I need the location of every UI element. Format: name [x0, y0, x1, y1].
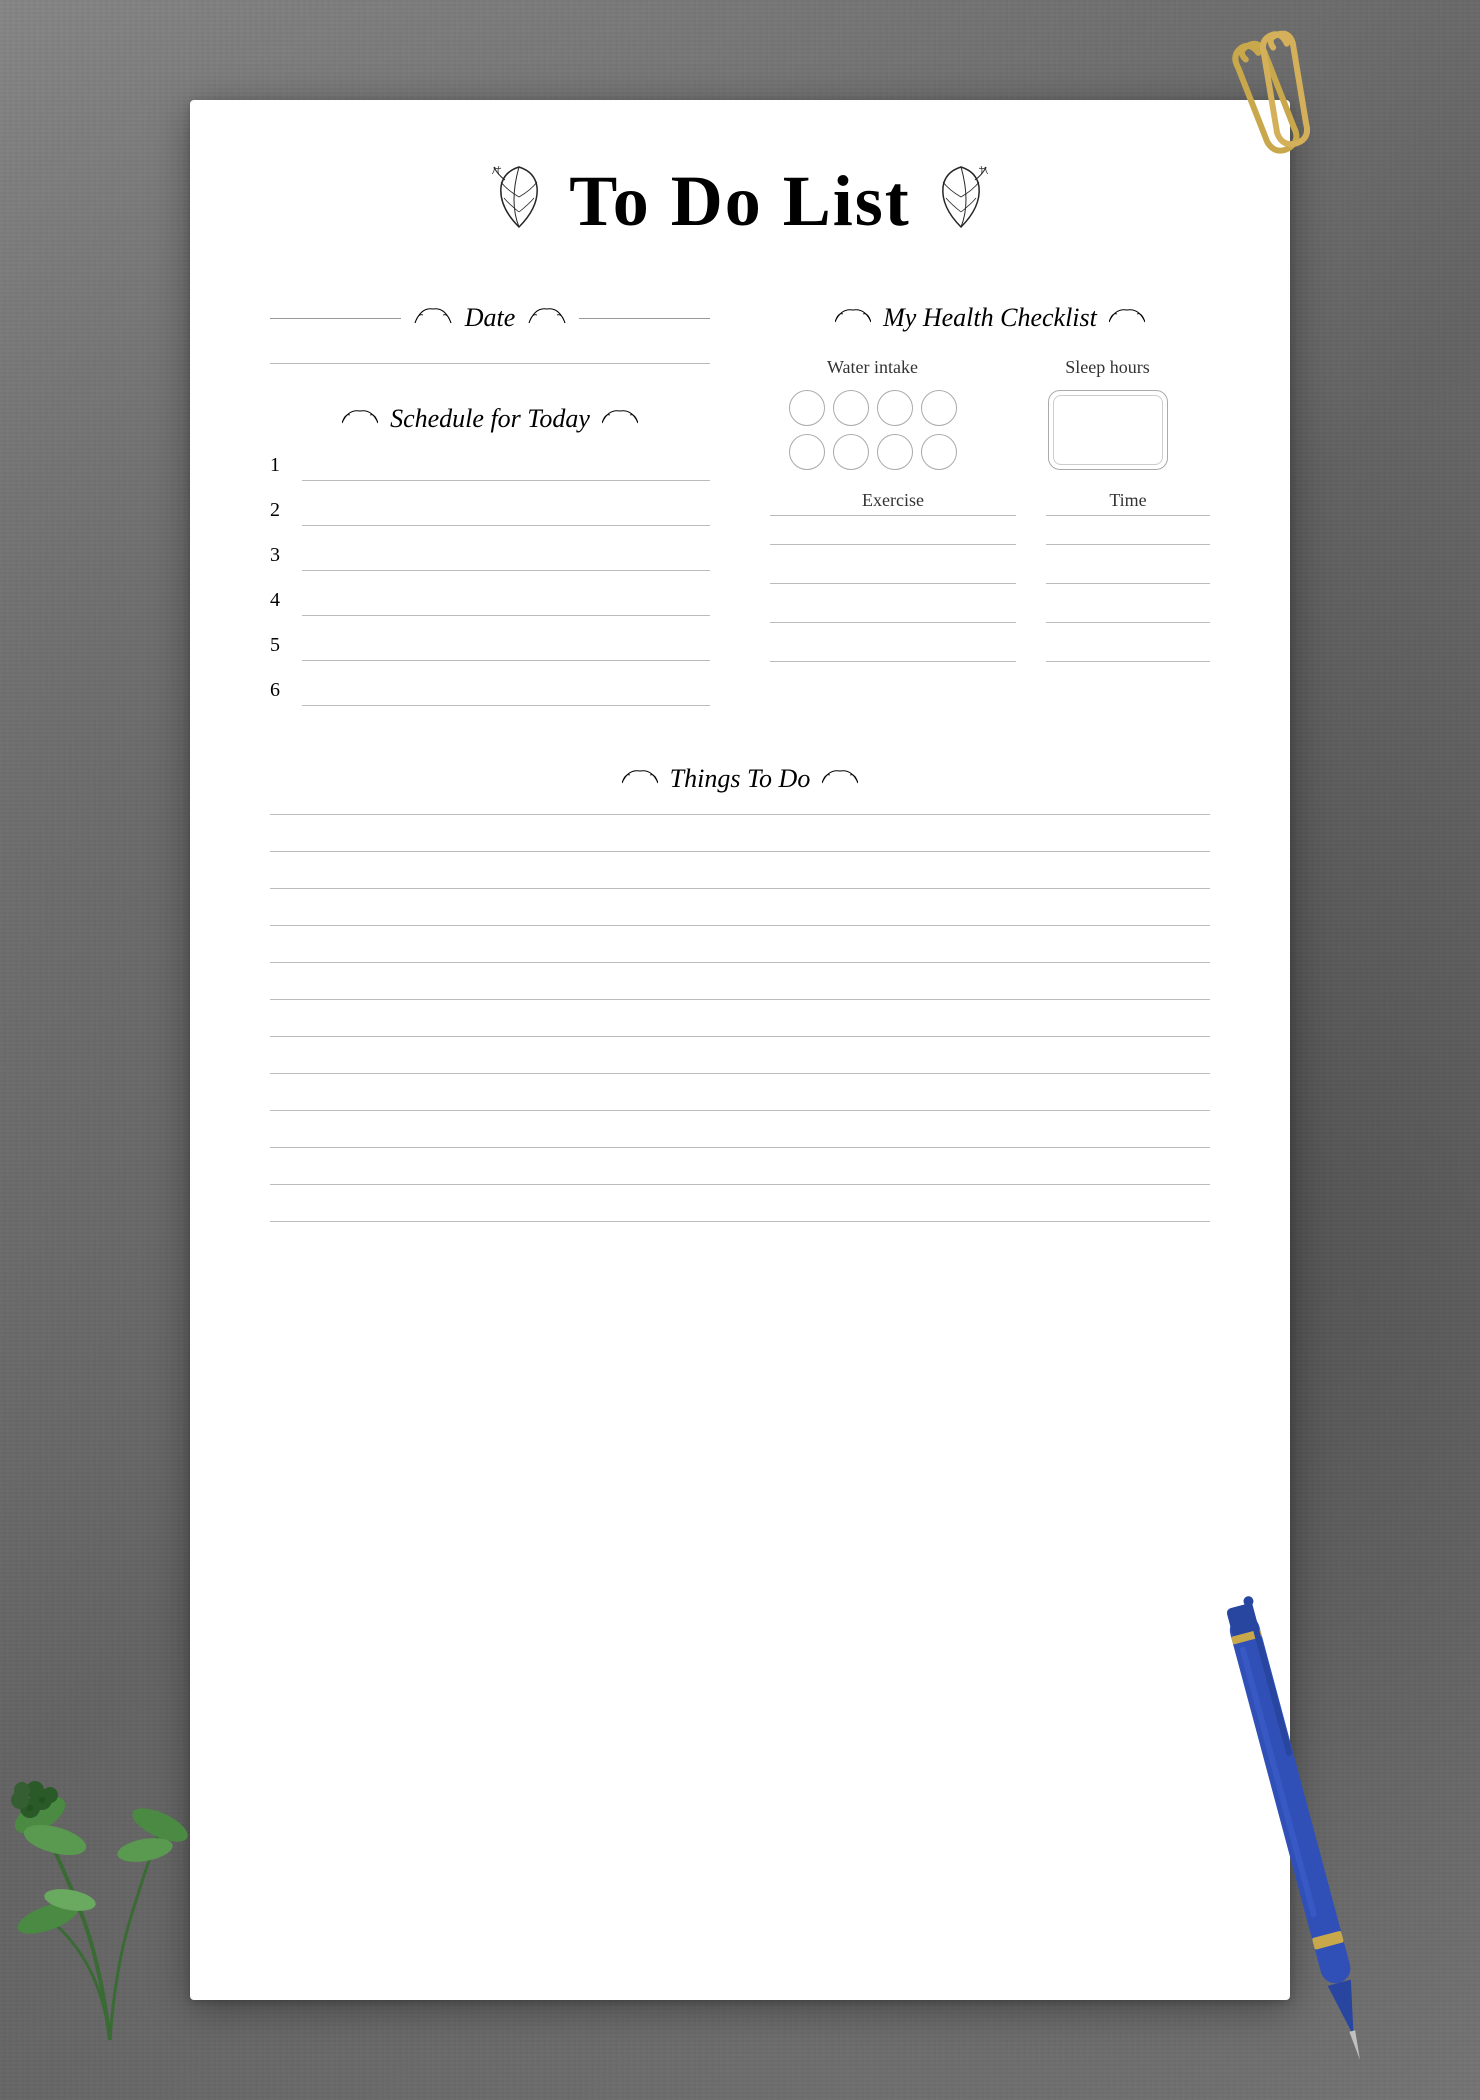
right-leaf-decoration	[931, 162, 991, 241]
schedule-number-2: 2	[270, 499, 290, 526]
water-circles-grid	[770, 390, 975, 470]
exercise-row-1	[770, 524, 1210, 545]
schedule-line-3	[302, 570, 710, 571]
schedule-number-4: 4	[270, 589, 290, 616]
health-label: My Health Checklist	[883, 303, 1097, 333]
right-column: My Health Checklist Water intake	[770, 303, 1210, 724]
date-section: Date	[270, 303, 710, 364]
plant-decoration	[0, 1660, 220, 2040]
sleep-label: Sleep hours	[1005, 357, 1210, 378]
left-column: Date	[270, 303, 710, 724]
water-circle-2[interactable]	[833, 390, 869, 426]
title-section: To Do List	[270, 160, 1210, 243]
schedule-label: Schedule for Today	[390, 404, 590, 434]
exercise-row-3	[770, 602, 1210, 623]
todo-line-3	[270, 888, 1210, 889]
paper-document: To Do List	[190, 100, 1290, 2000]
health-right-leaf	[1109, 306, 1145, 331]
water-circle-6[interactable]	[833, 434, 869, 470]
exercise-row-2	[770, 563, 1210, 584]
todo-line-2	[270, 851, 1210, 852]
todo-line-6	[270, 999, 1210, 1000]
schedule-section: Schedule for Today 1	[270, 404, 710, 706]
schedule-line-5	[302, 660, 710, 661]
exercise-row-4	[770, 641, 1210, 662]
things-label: Things To Do	[670, 764, 811, 794]
date-label: Date	[465, 303, 516, 333]
water-sleep-row: Water intake Sleep hours	[770, 357, 1210, 470]
todo-line-5	[270, 962, 1210, 963]
water-circle-3[interactable]	[877, 390, 913, 426]
schedule-number-6: 6	[270, 679, 290, 706]
schedule-number-5: 5	[270, 634, 290, 661]
water-circle-8[interactable]	[921, 434, 957, 470]
schedule-number-3: 3	[270, 544, 290, 571]
water-column: Water intake	[770, 357, 975, 470]
todo-line-10	[270, 1147, 1210, 1148]
todo-line-1	[270, 814, 1210, 815]
schedule-item-4: 4	[270, 589, 710, 616]
todo-line-11	[270, 1184, 1210, 1185]
sleep-hours-box[interactable]	[1048, 390, 1168, 470]
exercise-lines	[770, 524, 1210, 680]
schedule-line-1	[302, 480, 710, 481]
date-left-leaf	[413, 305, 453, 332]
schedule-item-1: 1	[270, 454, 710, 481]
date-input-line	[270, 363, 710, 364]
todo-line-7	[270, 1036, 1210, 1037]
health-left-leaf	[835, 306, 871, 331]
schedule-item-2: 2	[270, 499, 710, 526]
schedule-item-6: 6	[270, 679, 710, 706]
schedule-right-leaf	[602, 407, 638, 432]
water-circle-5[interactable]	[789, 434, 825, 470]
water-circle-7[interactable]	[877, 434, 913, 470]
todo-line-4	[270, 925, 1210, 926]
todo-line-8	[270, 1073, 1210, 1074]
paperclip-decoration	[1200, 30, 1360, 165]
things-right-leaf	[822, 767, 858, 792]
page-title: To Do List	[569, 160, 910, 243]
time-label: Time	[1109, 490, 1146, 510]
left-leaf-decoration	[489, 162, 549, 241]
todo-line-9	[270, 1110, 1210, 1111]
todo-line-12	[270, 1221, 1210, 1222]
date-right-leaf	[527, 305, 567, 332]
water-label: Water intake	[770, 357, 975, 378]
things-left-leaf	[622, 767, 658, 792]
schedule-line-6	[302, 705, 710, 706]
things-to-do-section: Things To Do	[270, 764, 1210, 1222]
schedule-number-1: 1	[270, 454, 290, 481]
schedule-left-leaf	[342, 407, 378, 432]
schedule-item-5: 5	[270, 634, 710, 661]
water-circle-1[interactable]	[789, 390, 825, 426]
schedule-line-2	[302, 525, 710, 526]
schedule-line-4	[302, 615, 710, 616]
schedule-list: 1 2 3 4 5	[270, 454, 710, 706]
water-circle-4[interactable]	[921, 390, 957, 426]
todo-lines	[270, 814, 1210, 1222]
exercise-section: Exercise Time	[770, 490, 1210, 680]
sleep-column: Sleep hours	[1005, 357, 1210, 470]
exercise-label: Exercise	[862, 490, 924, 510]
schedule-item-3: 3	[270, 544, 710, 571]
